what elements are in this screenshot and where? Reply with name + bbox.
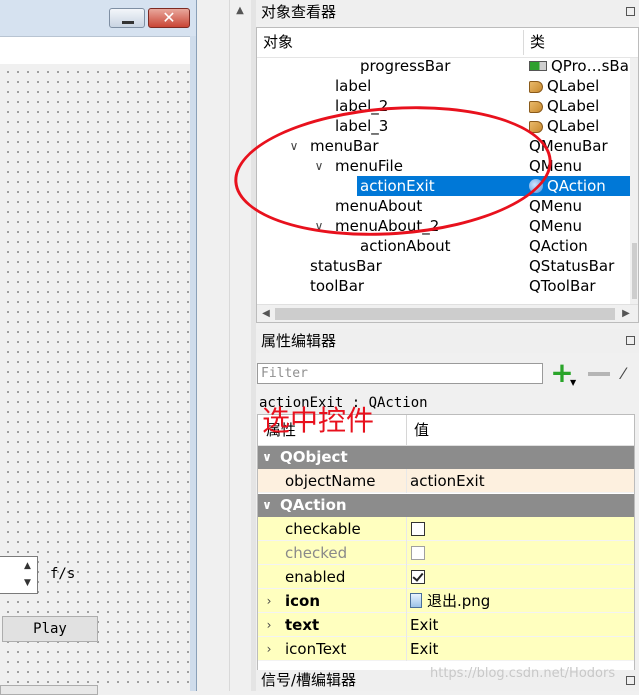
property-value[interactable]: Exit (410, 613, 630, 637)
property-row-checkable[interactable]: checkable (258, 517, 634, 541)
column-header-object[interactable]: 对象 (257, 28, 293, 57)
scroll-thumb[interactable] (632, 243, 637, 299)
header-separator (406, 415, 407, 445)
tree-row-class: QToolBar (529, 277, 596, 295)
property-name: objectName (285, 472, 376, 490)
form-canvas-grid[interactable] (0, 64, 190, 691)
tree-row-class: QMenu (529, 197, 582, 215)
tree-row-name: actionAbout (360, 237, 451, 255)
checkable-checkbox[interactable] (411, 522, 425, 536)
tree-row-class: QLabel (525, 96, 638, 116)
cell-separator (406, 541, 407, 565)
property-name: checkable (285, 520, 361, 538)
property-value[interactable]: 退出.png (410, 589, 630, 613)
scroll-thumb[interactable] (275, 308, 615, 320)
object-inspector-title-text: 对象查看器 (261, 3, 337, 21)
expand-chevron-icon[interactable]: › (262, 613, 276, 633)
property-value[interactable]: actionExit (410, 469, 630, 493)
property-name: checked (285, 544, 348, 562)
property-row-icontext[interactable]: › iconText Exit (258, 637, 634, 661)
label-icon (529, 81, 543, 93)
label-icon (529, 101, 543, 113)
property-row-text[interactable]: › text Exit (258, 613, 634, 637)
tree-row-name: label (335, 77, 372, 95)
dock-float-icon[interactable] (626, 336, 635, 345)
group-row-qobject[interactable]: ∨ QObject (258, 446, 634, 469)
cell-separator (406, 517, 407, 541)
tree-row-class: QAction (529, 237, 588, 255)
tree-row-class: QStatusBar (529, 257, 615, 275)
dropdown-arrow-icon[interactable]: ▼ (570, 378, 576, 387)
minimize-button[interactable] (109, 8, 145, 28)
property-name: icon (285, 592, 321, 610)
form-bottom-widget[interactable] (0, 685, 98, 695)
form-menubar[interactable] (0, 36, 190, 66)
property-filter-input[interactable] (257, 363, 543, 384)
tree-row-statusbar[interactable]: statusBar QStatusBar (257, 256, 638, 276)
annotation-text: 选中控件 (262, 404, 375, 437)
tree-row-actionabout[interactable]: actionAbout QAction (257, 236, 638, 256)
group-name: QObject (280, 448, 348, 466)
play-button[interactable]: Play (2, 616, 98, 642)
configure-tool-icon[interactable]: ⁄ (622, 364, 639, 384)
tree-row-label[interactable]: label QLabel (257, 76, 638, 96)
tree-row-class: QLabel (525, 76, 638, 96)
fps-unit-label: f/s (50, 566, 76, 582)
collapse-chevron-icon[interactable]: ∨ (260, 446, 274, 466)
form-vertical-scrollbar[interactable] (229, 0, 252, 691)
dock-float-icon[interactable] (626, 7, 635, 16)
property-name: iconText (285, 640, 347, 658)
checked-checkbox (411, 546, 425, 560)
close-button[interactable]: ✕ (148, 8, 190, 28)
tree-row-toolbar[interactable]: toolBar QToolBar (257, 276, 638, 296)
signal-slot-editor-title-text: 信号/槽编辑器 (261, 671, 357, 689)
tree-row-progressbar[interactable]: progressBar QPro…sBar (257, 56, 638, 76)
property-row-checked[interactable]: checked (258, 541, 634, 565)
tree-header: 对象 类 (257, 28, 638, 58)
spin-down-arrow-icon[interactable]: ▼ (19, 576, 36, 591)
cell-separator (406, 637, 407, 661)
group-row-qaction[interactable]: ∨ QAction (258, 494, 634, 517)
scroll-left-arrow-icon[interactable]: ◀ (259, 305, 273, 322)
spin-up-arrow-icon[interactable]: ▲ (19, 559, 36, 574)
property-editor-title: 属性编辑器 (256, 329, 639, 353)
image-file-icon (410, 593, 422, 608)
dock-float-icon[interactable] (626, 676, 635, 685)
property-row-objectname[interactable]: objectName actionExit (258, 469, 634, 493)
tree-vertical-scrollbar[interactable] (630, 58, 638, 304)
column-header-class[interactable]: 类 (524, 28, 545, 57)
property-table[interactable]: 属性 值 ∨ QObject objectName actionExit ∨ Q… (257, 414, 635, 691)
property-row-enabled[interactable]: enabled (258, 565, 634, 589)
collapse-chevron-icon[interactable]: ∨ (260, 494, 274, 514)
remove-property-icon[interactable] (588, 372, 610, 376)
cell-separator (406, 469, 407, 493)
property-editor-title-text: 属性编辑器 (261, 332, 337, 350)
expand-chevron-icon[interactable]: › (262, 637, 276, 657)
tree-row-name: statusBar (310, 257, 382, 275)
tree-row-name: progressBar (360, 57, 451, 75)
expand-chevron-icon[interactable]: › (262, 589, 276, 609)
scroll-right-arrow-icon[interactable]: ▶ (619, 305, 633, 322)
property-name: text (285, 616, 320, 634)
enabled-checkbox[interactable] (411, 570, 425, 584)
cell-separator (406, 613, 407, 637)
scroll-up-arrow-icon[interactable]: ▲ (229, 2, 251, 20)
tree-row-class: QMenu (529, 217, 582, 235)
object-inspector-title: 对象查看器 (256, 0, 639, 24)
property-name: enabled (285, 568, 346, 586)
tree-horizontal-scrollbar[interactable]: ◀ ▶ (257, 304, 638, 322)
tree-row-class: QPro…sBar (525, 56, 638, 76)
progressbar-icon (529, 61, 547, 71)
property-value[interactable]: Exit (410, 637, 630, 661)
group-name: QAction (280, 496, 347, 514)
watermark-text: https://blog.csdn.net/Hodors (430, 666, 616, 681)
cell-separator (406, 565, 407, 589)
cell-separator (406, 589, 407, 613)
column-header-value[interactable]: 值 (408, 415, 429, 444)
tree-row-class: QLabel (525, 116, 638, 136)
tree-row-name: toolBar (310, 277, 365, 295)
property-row-icon[interactable]: › icon 退出.png (258, 589, 634, 613)
